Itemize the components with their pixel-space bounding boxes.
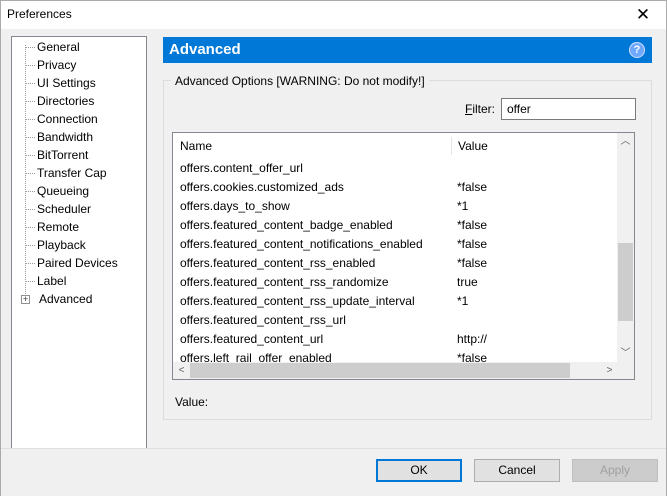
tree-connector [26, 209, 35, 210]
vertical-scroll-thumb[interactable] [618, 243, 633, 321]
table-row[interactable]: offers.featured_content_rss_url [173, 311, 618, 330]
section-title: Advanced [169, 41, 241, 58]
tree-connector [26, 173, 35, 174]
row-name: offers.days_to_show [180, 199, 290, 213]
sidebar-item-label[interactable]: Label [37, 272, 66, 290]
table-row[interactable]: offers.cookies.customized_ads *false [173, 178, 618, 197]
tree-connector [26, 119, 35, 120]
row-name: offers.featured_content_rss_update_inter… [180, 294, 415, 308]
sidebar-item-advanced[interactable]: Advanced [37, 290, 94, 308]
scroll-left-icon[interactable]: < [173, 362, 190, 379]
column-header-name[interactable]: Name [173, 133, 451, 159]
sidebar-item-bittorrent[interactable]: BitTorrent [37, 146, 88, 164]
sidebar-item-advanced-label: Advanced [39, 292, 93, 306]
horizontal-scroll-thumb[interactable] [190, 363, 570, 378]
sidebar-item-paired-devices[interactable]: Paired Devices [37, 254, 118, 272]
row-value: http:// [457, 332, 488, 346]
filter-label: Filter: [465, 102, 495, 116]
tree-connector [26, 191, 35, 192]
table-row[interactable]: offers.featured_content_rss_update_inter… [173, 292, 618, 311]
apply-button[interactable]: Apply [572, 459, 658, 482]
scroll-down-icon[interactable]: ﹀ [617, 345, 634, 362]
table-row[interactable]: offers.featured_content_notifications_en… [173, 235, 618, 254]
row-name: offers.featured_content_rss_randomize [180, 275, 389, 289]
sidebar-item-remote[interactable]: Remote [37, 218, 79, 236]
tree-connector [26, 101, 35, 102]
column-header-value[interactable]: Value [451, 133, 621, 159]
row-value: true [457, 275, 478, 289]
row-value: *1 [457, 199, 469, 213]
row-name: offers.cookies.customized_ads [180, 180, 344, 194]
horizontal-scrollbar[interactable]: < > [173, 362, 618, 379]
sidebar-item-queueing[interactable]: Queueing [37, 182, 89, 200]
sidebar-item-scheduler[interactable]: Scheduler [37, 200, 91, 218]
cancel-button[interactable]: Cancel [474, 459, 560, 482]
title-bar: Preferences ✕ [1, 1, 666, 29]
sidebar-item-ui-settings[interactable]: UI Settings [37, 74, 96, 92]
options-list[interactable]: Name Value offers.content_offer_url offe… [172, 132, 635, 380]
window-title: Preferences [7, 7, 72, 21]
row-value: *false [457, 256, 488, 270]
preferences-window: Preferences ✕ General Privacy UI Setting… [0, 0, 667, 496]
table-row[interactable]: offers.featured_content_rss_enabled *fal… [173, 254, 618, 273]
row-name: offers.content_offer_url [180, 161, 303, 175]
vertical-scrollbar[interactable]: ︿ ﹀ [617, 133, 634, 362]
dialog-button-bar: OK Cancel Apply [1, 448, 666, 496]
table-row[interactable]: offers.featured_content_url http:// [173, 330, 618, 349]
tree-connector [26, 227, 35, 228]
sidebar-item-general[interactable]: General [37, 38, 80, 56]
table-row[interactable]: offers.featured_content_rss_randomize tr… [173, 273, 618, 292]
row-name: offers.featured_content_url [180, 332, 324, 346]
filter-input[interactable] [501, 98, 636, 120]
section-header: Advanced ? [163, 37, 652, 63]
row-name: offers.featured_content_rss_url [180, 313, 346, 327]
preferences-tree: General Privacy UI Settings Directories … [11, 36, 147, 449]
sidebar-item-directories[interactable]: Directories [37, 92, 94, 110]
row-value: *false [457, 180, 488, 194]
scroll-up-icon[interactable]: ︿ [617, 133, 634, 150]
close-icon[interactable]: ✕ [628, 3, 658, 27]
tree-connector [26, 263, 35, 264]
table-row[interactable]: offers.content_offer_url [173, 159, 618, 178]
tree-connector [26, 65, 35, 66]
tree-connector [26, 137, 35, 138]
table-row[interactable]: offers.featured_content_badge_enabled *f… [173, 216, 618, 235]
sidebar-item-playback[interactable]: Playback [37, 236, 86, 254]
sidebar-item-privacy[interactable]: Privacy [37, 56, 76, 74]
scroll-right-icon[interactable]: > [601, 362, 618, 379]
scrollbar-corner [617, 362, 634, 379]
group-legend: Advanced Options [WARNING: Do not modify… [171, 74, 429, 88]
row-value: *false [457, 218, 488, 232]
row-name: offers.featured_content_badge_enabled [180, 218, 393, 232]
sidebar-item-transfer-cap[interactable]: Transfer Cap [37, 164, 107, 182]
row-name: offers.featured_content_rss_enabled [180, 256, 376, 270]
sidebar-item-bandwidth[interactable]: Bandwidth [37, 128, 93, 146]
ok-button[interactable]: OK [376, 459, 462, 482]
tree-connector [26, 281, 35, 282]
sidebar-item-connection[interactable]: Connection [37, 110, 98, 128]
tree-connector [26, 155, 35, 156]
tree-connector [26, 47, 35, 48]
tree-connector [26, 245, 35, 246]
row-value: *false [457, 237, 488, 251]
expand-plus-icon[interactable]: + [21, 295, 30, 304]
filter-label-text: ilter: [472, 102, 496, 116]
value-label: Value: [175, 395, 209, 409]
row-value: *1 [457, 294, 469, 308]
table-row[interactable]: offers.days_to_show *1 [173, 197, 618, 216]
help-icon[interactable]: ? [629, 42, 645, 58]
row-name: offers.featured_content_notifications_en… [180, 237, 423, 251]
tree-connector [26, 83, 35, 84]
